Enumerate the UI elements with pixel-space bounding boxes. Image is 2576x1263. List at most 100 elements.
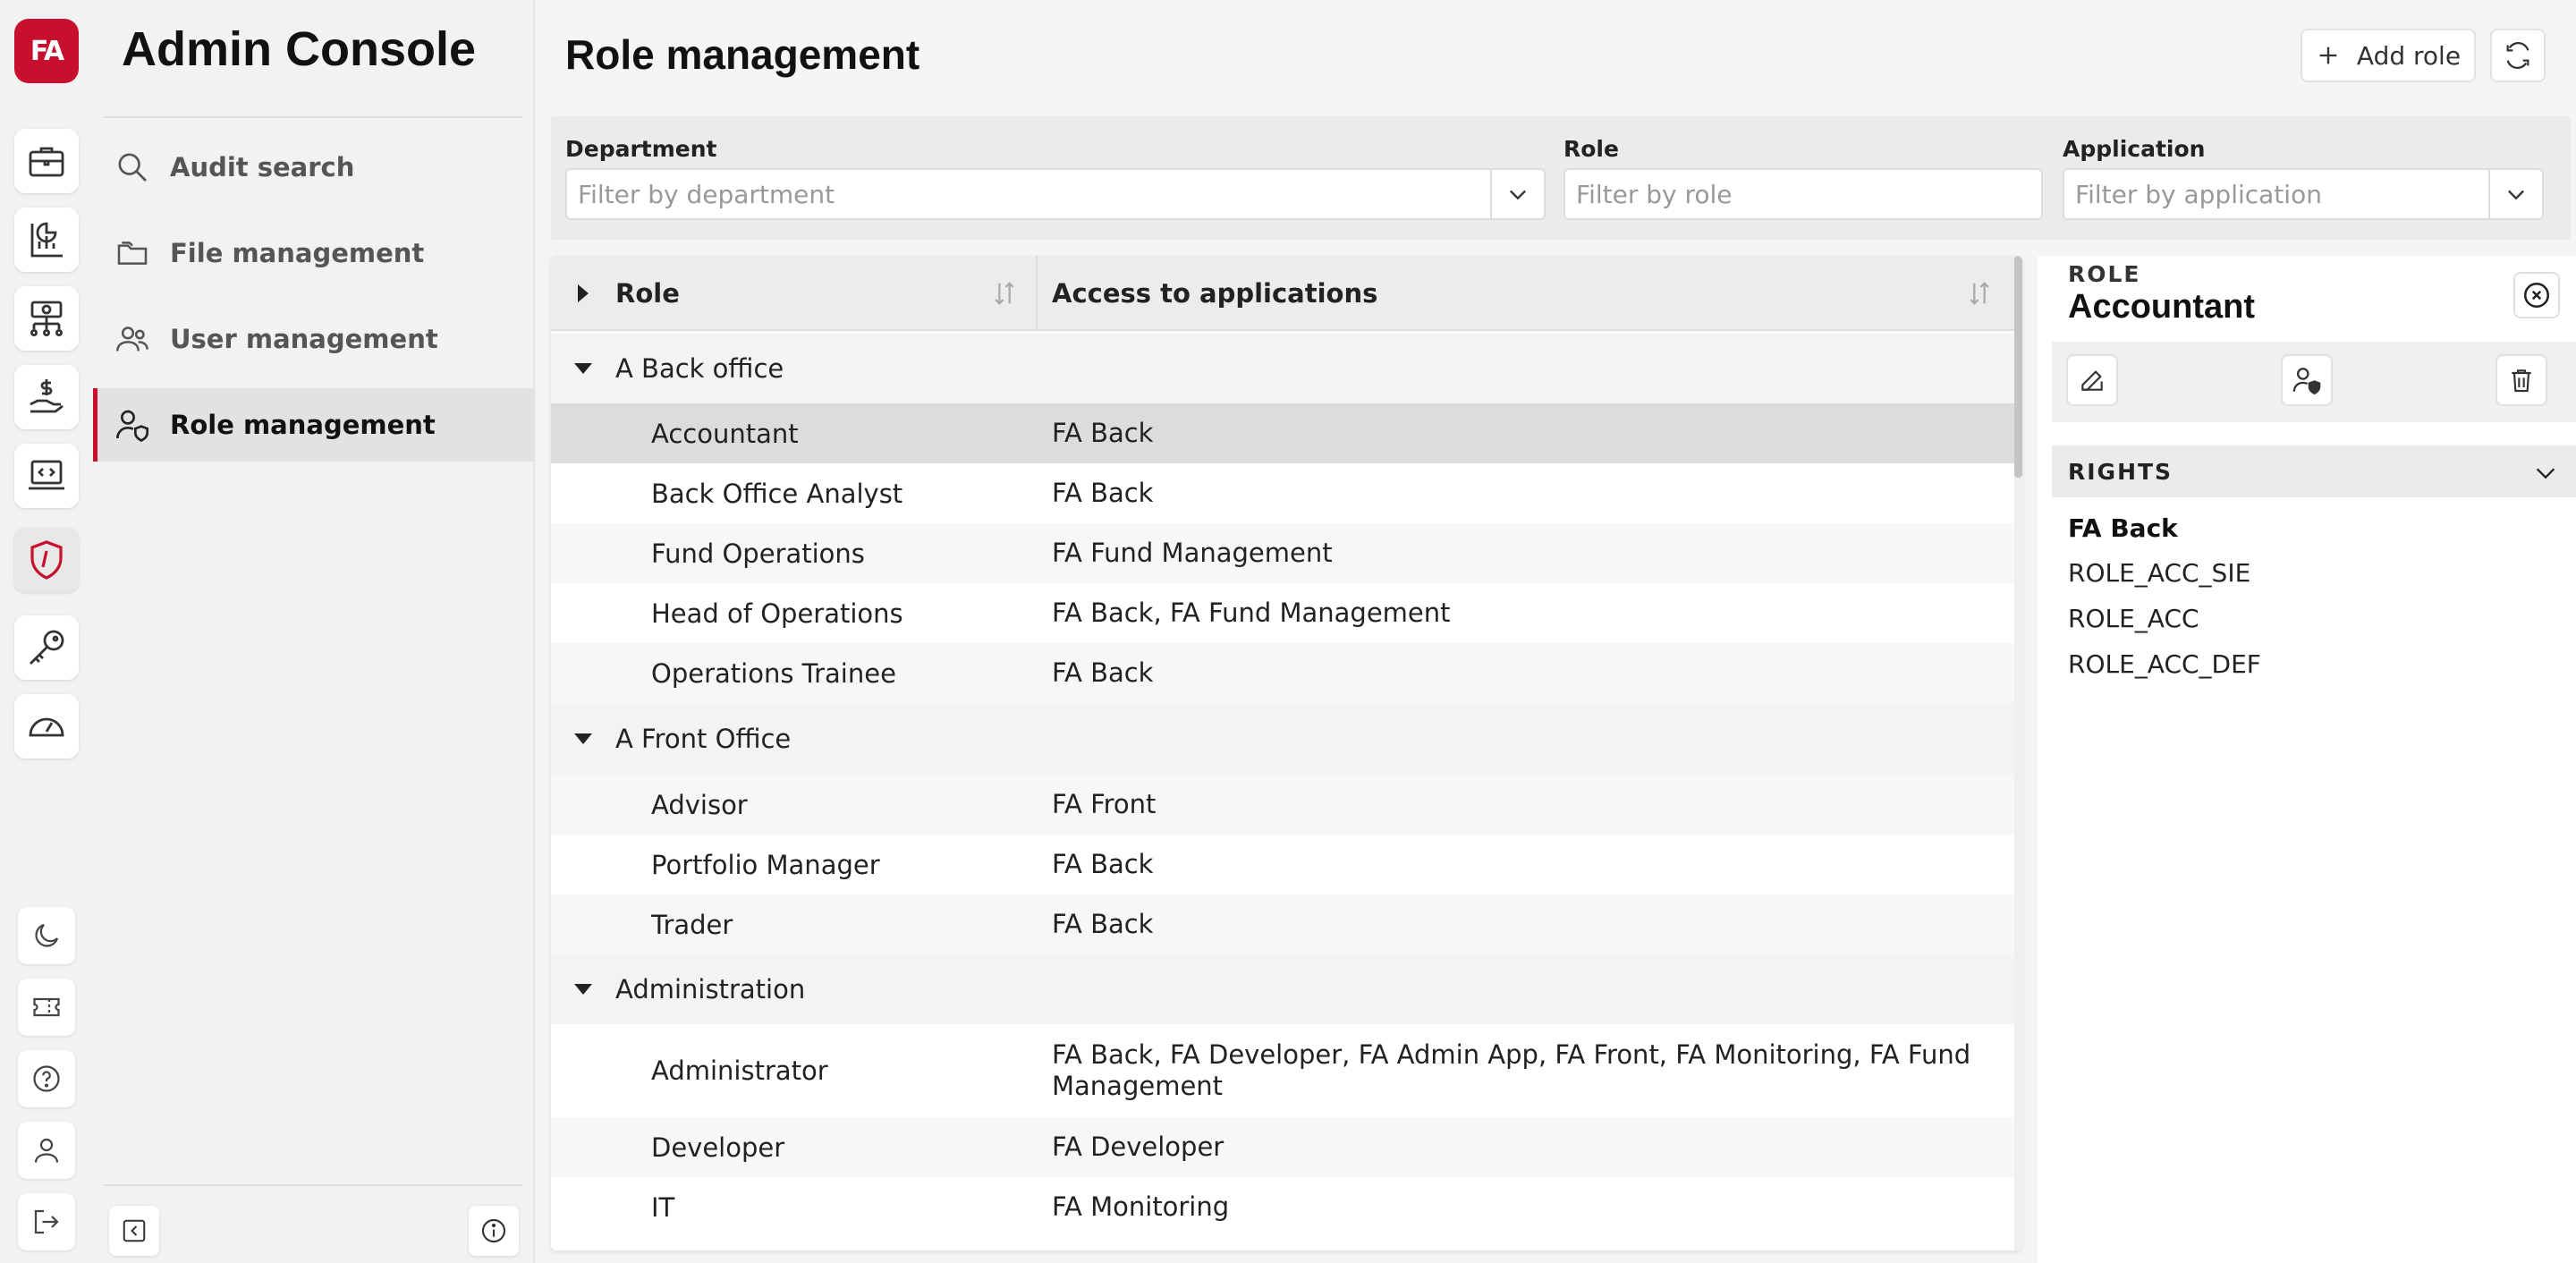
- table-row[interactable]: Operations Trainee FA Back: [551, 643, 2014, 703]
- department-filter[interactable]: Filter by department: [565, 168, 1546, 220]
- apps-cell: FA Monitoring: [1052, 1191, 1230, 1222]
- apps-cell: FA Back: [1052, 657, 1154, 688]
- table-row[interactable]: Administrator FA Back, FA Developer, FA …: [551, 1024, 2014, 1117]
- column-header-access[interactable]: Access to applications: [1052, 256, 1377, 331]
- role-cell: IT: [651, 1191, 675, 1223]
- group-row-front-office[interactable]: A Front Office: [551, 703, 2014, 775]
- application-filter[interactable]: Filter by application: [2063, 168, 2544, 220]
- rail-ticket-button[interactable]: [18, 979, 75, 1036]
- nav-item-label: File management: [170, 238, 425, 268]
- role-filter-input[interactable]: Filter by role: [1563, 168, 2043, 220]
- apps-cell: FA Back: [1052, 418, 1154, 448]
- column-divider: [1036, 256, 1038, 331]
- gauge-icon: [29, 717, 64, 737]
- caret-right-icon: [578, 284, 589, 302]
- key-icon: [30, 630, 64, 665]
- table-row[interactable]: Fund Operations FA Fund Management: [551, 523, 2014, 583]
- chevron-down-icon: [1510, 190, 1526, 200]
- rail-theme-button[interactable]: [18, 907, 75, 964]
- apps-cell: FA Back: [1052, 849, 1154, 879]
- rail-keys-button[interactable]: [14, 615, 79, 680]
- user-shield-icon: [2292, 368, 2321, 395]
- laptop-code-icon: [29, 460, 64, 490]
- trash-icon: [2512, 369, 2531, 393]
- collapse-sidebar-button[interactable]: [109, 1206, 159, 1256]
- close-circle-icon: [2523, 282, 2550, 309]
- chevron-down-icon: [2536, 468, 2555, 479]
- role-cell: Back Office Analyst: [651, 478, 903, 509]
- close-detail-button[interactable]: [2513, 272, 2560, 318]
- edit-role-button[interactable]: [2066, 354, 2118, 406]
- role-cell: Developer: [651, 1132, 785, 1163]
- nav-divider: [104, 116, 522, 118]
- scrollbar-thumb[interactable]: [2014, 256, 2022, 478]
- nav-footer-divider: [104, 1184, 522, 1186]
- sort-access-button[interactable]: [1964, 256, 1995, 331]
- plus-icon: [2319, 47, 2337, 64]
- table-row[interactable]: Advisor FA Front: [551, 775, 2014, 835]
- group-row-back-office[interactable]: A Back office: [551, 334, 2014, 403]
- rights-section-toggle[interactable]: RIGHTS: [2052, 445, 2576, 497]
- role-filter-label: Role: [1563, 136, 1619, 162]
- detail-kicker: ROLE: [2068, 261, 2141, 287]
- user-shield-icon: [111, 403, 154, 446]
- add-role-button[interactable]: Add role: [2301, 29, 2476, 82]
- sort-role-button[interactable]: [989, 256, 1020, 331]
- rail-developer-button[interactable]: [14, 444, 79, 508]
- right-item: ROLE_ACC: [2068, 604, 2199, 633]
- refresh-button[interactable]: [2490, 29, 2546, 82]
- money-tree-icon: [30, 301, 64, 337]
- application-filter-label: Application: [2063, 136, 2206, 162]
- rail-profile-button[interactable]: [18, 1122, 75, 1179]
- rights-heading: RIGHTS: [2068, 458, 2174, 485]
- column-header-role[interactable]: Role: [615, 256, 680, 331]
- nav-item-audit-search[interactable]: Audit search: [93, 131, 535, 204]
- application-dropdown-toggle[interactable]: [2488, 170, 2542, 218]
- assign-users-button[interactable]: [2281, 354, 2333, 406]
- rail-monitoring-button[interactable]: [14, 694, 79, 759]
- rail-help-button[interactable]: [18, 1050, 75, 1107]
- rail-admin-button[interactable]: [14, 528, 79, 592]
- table-row[interactable]: Back Office Analyst FA Back: [551, 463, 2014, 523]
- nav-item-user-management[interactable]: User management: [93, 302, 535, 376]
- role-cell: Accountant: [651, 418, 799, 449]
- sort-icon: [995, 282, 1014, 305]
- rail-money-tree-button[interactable]: [14, 286, 79, 351]
- table-row[interactable]: IT FA Monitoring: [551, 1177, 2014, 1237]
- role-cell: Advisor: [651, 789, 748, 820]
- rail-reports-button[interactable]: [14, 208, 79, 272]
- caret-down-icon: [574, 733, 592, 744]
- role-cell: Head of Operations: [651, 598, 903, 629]
- department-dropdown-toggle[interactable]: [1490, 170, 1544, 218]
- reports-icon: [30, 222, 63, 258]
- group-row-administration[interactable]: Administration: [551, 954, 2014, 1024]
- nav-item-file-management[interactable]: File management: [93, 216, 535, 290]
- table-row[interactable]: Accountant FA Back: [551, 403, 2014, 463]
- add-role-label: Add role: [2356, 40, 2462, 71]
- user-icon: [34, 1138, 59, 1163]
- table-row[interactable]: Portfolio Manager FA Back: [551, 835, 2014, 894]
- nav-item-role-management[interactable]: Role management: [93, 388, 535, 462]
- table-row[interactable]: Trader FA Back: [551, 894, 2014, 954]
- group-name: A Front Office: [615, 724, 792, 754]
- apps-cell: FA Developer: [1052, 1132, 1224, 1162]
- department-filter-label: Department: [565, 136, 717, 162]
- table-row[interactable]: Head of Operations FA Back, FA Fund Mana…: [551, 583, 2014, 643]
- rail-logout-button[interactable]: [18, 1193, 75, 1250]
- folder-icon: [111, 232, 154, 275]
- fa-logo[interactable]: FA: [14, 19, 79, 83]
- delete-role-button[interactable]: [2496, 354, 2547, 406]
- table-row[interactable]: Developer FA Developer: [551, 1117, 2014, 1177]
- apps-cell: FA Back: [1052, 909, 1154, 939]
- nav-panel: Admin Console Audit search File manageme…: [93, 0, 535, 1263]
- info-button[interactable]: [469, 1206, 519, 1256]
- info-icon: [481, 1218, 506, 1243]
- rights-application-name: FA Back: [2068, 513, 2178, 543]
- filter-bar: Department Filter by department Role Fil…: [551, 116, 2571, 240]
- caret-down-icon: [574, 984, 592, 995]
- expand-all-toggle[interactable]: [576, 256, 590, 331]
- nav-item-label: Audit search: [170, 152, 355, 182]
- rail-payments-button[interactable]: [14, 365, 79, 429]
- rail-briefcase-button[interactable]: [14, 129, 79, 193]
- table-scrollbar[interactable]: [2014, 256, 2022, 1250]
